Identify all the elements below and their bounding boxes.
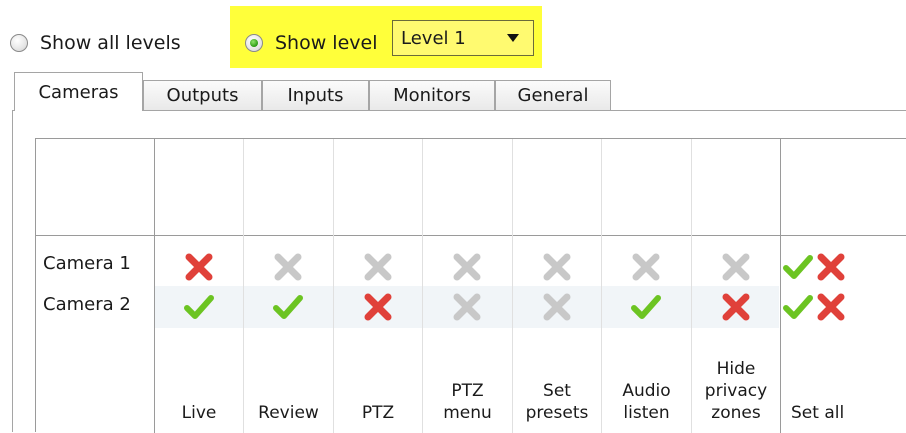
row-label-camera-2: Camera 2	[43, 294, 131, 315]
show-all-levels-option[interactable]: Show all levels	[10, 24, 181, 62]
set-all-cross-icon[interactable]	[814, 290, 848, 324]
show-all-levels-label: Show all levels	[40, 32, 181, 54]
header-line: PTZ	[361, 403, 395, 423]
disabled-cross-icon[interactable]	[271, 250, 305, 284]
tab-strip: Cameras Outputs Inputs Monitors General	[12, 72, 906, 112]
header-line: PTZ	[451, 381, 484, 401]
header-line: zones	[711, 403, 761, 423]
show-level-option[interactable]: Show level	[245, 24, 378, 62]
column-header-ptz: PTZ	[334, 139, 422, 432]
disabled-cross-icon[interactable]	[540, 290, 574, 324]
header-line: Set all	[791, 403, 845, 423]
tab-strip-line	[12, 110, 906, 111]
header-line: Set	[543, 381, 571, 401]
disabled-cross-icon[interactable]	[450, 250, 484, 284]
header-line: Review	[258, 403, 319, 423]
cross-icon[interactable]	[182, 250, 216, 284]
header-line: privacy	[704, 381, 768, 401]
set-all-check-icon[interactable]	[781, 250, 815, 284]
disabled-cross-icon[interactable]	[719, 250, 753, 284]
disabled-cross-icon[interactable]	[629, 250, 663, 284]
tab-inputs[interactable]: Inputs	[262, 80, 369, 110]
cross-icon[interactable]	[719, 290, 753, 324]
column-header-audio-listen: Audio listen	[602, 139, 691, 432]
check-icon[interactable]	[182, 290, 216, 324]
set-all-cross-icon[interactable]	[814, 250, 848, 284]
header-line: Audio	[622, 381, 671, 401]
check-icon[interactable]	[629, 290, 663, 324]
disabled-cross-icon[interactable]	[540, 250, 574, 284]
level-select-value: Level 1	[401, 27, 466, 49]
row-label-camera-1: Camera 1	[43, 253, 131, 274]
header-line: presets	[525, 403, 589, 423]
set-all-check-icon[interactable]	[781, 290, 815, 324]
tab-outputs[interactable]: Outputs	[143, 80, 262, 110]
column-header-ptz-menu: PTZ menu	[423, 139, 512, 432]
tab-monitors[interactable]: Monitors	[369, 80, 495, 110]
tab-cameras[interactable]: Cameras	[14, 72, 143, 111]
cross-icon[interactable]	[361, 290, 395, 324]
column-header-live: Live	[155, 139, 243, 432]
header-line: menu	[443, 403, 492, 423]
panel-border	[12, 110, 13, 432]
column-header-set-all: Set all	[781, 139, 871, 432]
show-all-levels-radio[interactable]	[10, 34, 28, 52]
header-line: Hide	[716, 359, 756, 379]
column-header-set-presets: Set presets	[513, 139, 601, 432]
permissions-grid: Live Review PTZ PTZ menu Set presets Aud…	[35, 138, 906, 433]
header-line: listen	[623, 403, 670, 423]
disabled-cross-icon[interactable]	[361, 250, 395, 284]
show-level-radio[interactable]	[245, 34, 263, 52]
column-header-hide-privacy-zones: Hide privacy zones	[692, 139, 780, 432]
show-level-label: Show level	[275, 32, 378, 54]
column-header-review: Review	[244, 139, 333, 432]
check-icon[interactable]	[271, 290, 305, 324]
disabled-cross-icon[interactable]	[450, 290, 484, 324]
chevron-down-icon	[507, 34, 519, 42]
header-line: Live	[181, 403, 217, 423]
tab-general[interactable]: General	[495, 80, 611, 110]
level-select[interactable]: Level 1	[392, 20, 534, 56]
